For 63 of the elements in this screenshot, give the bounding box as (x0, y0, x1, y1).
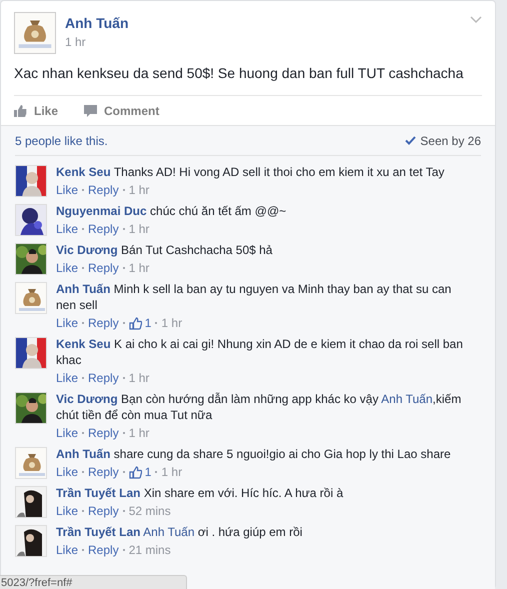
mention-link[interactable]: Anh Tuấn (381, 392, 433, 406)
comment-text: Kenk Seu K ai cho k ai cai gi! Nhung xin AD de e kiem it chao da roi sell ban khac (56, 336, 464, 368)
like-count[interactable]: 1 (144, 315, 152, 331)
like-link[interactable]: Like (56, 503, 78, 519)
comment-time[interactable]: 1 hr (128, 221, 150, 237)
commenter-name[interactable]: Kenk Seu (56, 337, 111, 351)
comment-button[interactable]: Comment (84, 102, 160, 120)
comment-icon (84, 104, 98, 116)
status-url-tooltip: 5023/?fref=nf# (0, 575, 187, 589)
commenter-name[interactable]: Anh Tuấn (56, 447, 110, 461)
commenter-name[interactable]: Kenk Seu (56, 165, 111, 179)
post-time[interactable]: 1 hr (65, 33, 129, 51)
comment-time[interactable]: 1 hr (161, 315, 182, 331)
commenter-name[interactable]: Trần Tuyết Lan (56, 525, 140, 539)
like-link[interactable]: Like (56, 370, 78, 386)
commenter-name[interactable]: Anh Tuấn (56, 282, 110, 296)
reply-link[interactable]: Reply (88, 464, 119, 480)
comment-text: Anh Tuấn share cung da share 5 nguoi!gio ai cho Gia hop ly thi Lao share (56, 446, 452, 462)
like-link[interactable]: Like (56, 542, 78, 558)
comment-time[interactable]: 1 hr (128, 260, 150, 276)
comment-text: Anh Tuấn Minh k sell la ban ay tu nguyen va Minh thay ban ay that su can nen sell (56, 281, 452, 313)
reply-link[interactable]: Reply (88, 370, 119, 386)
post-text: Xac nhan kenkseu da send 50$! Se huong dan ban full TUT cashchacha (14, 64, 464, 83)
commenter-name[interactable]: Trần Tuyết Lan (56, 486, 140, 500)
mention-link[interactable]: Anh Tuấn (143, 525, 195, 539)
reply-link[interactable]: Reply (88, 542, 119, 558)
like-link[interactable]: Like (56, 182, 78, 198)
author-name[interactable]: Anh Tuấn (65, 13, 129, 33)
likes-summary[interactable]: 5 people like this. (15, 132, 108, 150)
thumbs-up-icon (128, 466, 142, 478)
thumbs-up-icon (14, 104, 27, 116)
comment-text: Nguyenmai Duc chúc chú ăn tết ấm @@~ (56, 203, 288, 219)
like-link[interactable]: Like (56, 315, 78, 331)
reply-link[interactable]: Reply (88, 260, 119, 276)
comment-text: Trần Tuyết Lan Anh Tuấn ơi . hứa giúp em rồi (56, 524, 304, 540)
comment-time[interactable]: 1 hr (161, 464, 182, 480)
comment-time[interactable]: 1 hr (128, 182, 150, 198)
reply-link[interactable]: Reply (88, 315, 119, 331)
like-link[interactable]: Like (56, 464, 78, 480)
like-button[interactable]: Like (14, 102, 58, 120)
comment-time[interactable]: 1 hr (128, 370, 150, 386)
comment-time[interactable]: 21 mins (128, 542, 171, 558)
like-link[interactable]: Like (56, 221, 78, 237)
reply-link[interactable]: Reply (88, 221, 119, 237)
comment-time[interactable]: 1 hr (128, 425, 150, 441)
seen-count[interactable]: Seen by 26 (420, 132, 481, 150)
commenter-name[interactable]: Vic Dương (56, 392, 118, 406)
comment-text: Vic Dương Bạn còn hướng dẫn làm những app khác ko vậy Anh Tuấn,kiếm chút tiền để còn mua Tut nữa (56, 391, 462, 423)
comment-time[interactable]: 52 mins (128, 503, 171, 519)
like-link[interactable]: Like (56, 425, 78, 441)
reply-link[interactable]: Reply (88, 182, 119, 198)
comment-text: Trần Tuyết Lan Xin share em với. Híc híc. A hưa rồi à (56, 485, 344, 501)
reply-link[interactable]: Reply (88, 503, 119, 519)
reply-link[interactable]: Reply (88, 425, 119, 441)
like-count[interactable]: 1 (144, 464, 152, 480)
commenter-name[interactable]: Nguyenmai Duc (56, 204, 147, 218)
like-link[interactable]: Like (56, 260, 78, 276)
check-icon (405, 136, 416, 145)
comment-text: Kenk Seu Thanks AD! Hi vong AD sell it thoi cho em kiem it xu an tet Tay (56, 164, 446, 180)
chevron-down-icon[interactable] (470, 16, 482, 24)
comment-text: Vic Dương Bán Tut Cashchacha 50$ hả (56, 242, 274, 258)
thumbs-up-icon (128, 316, 142, 330)
commenter-name[interactable]: Vic Dương (56, 243, 118, 257)
